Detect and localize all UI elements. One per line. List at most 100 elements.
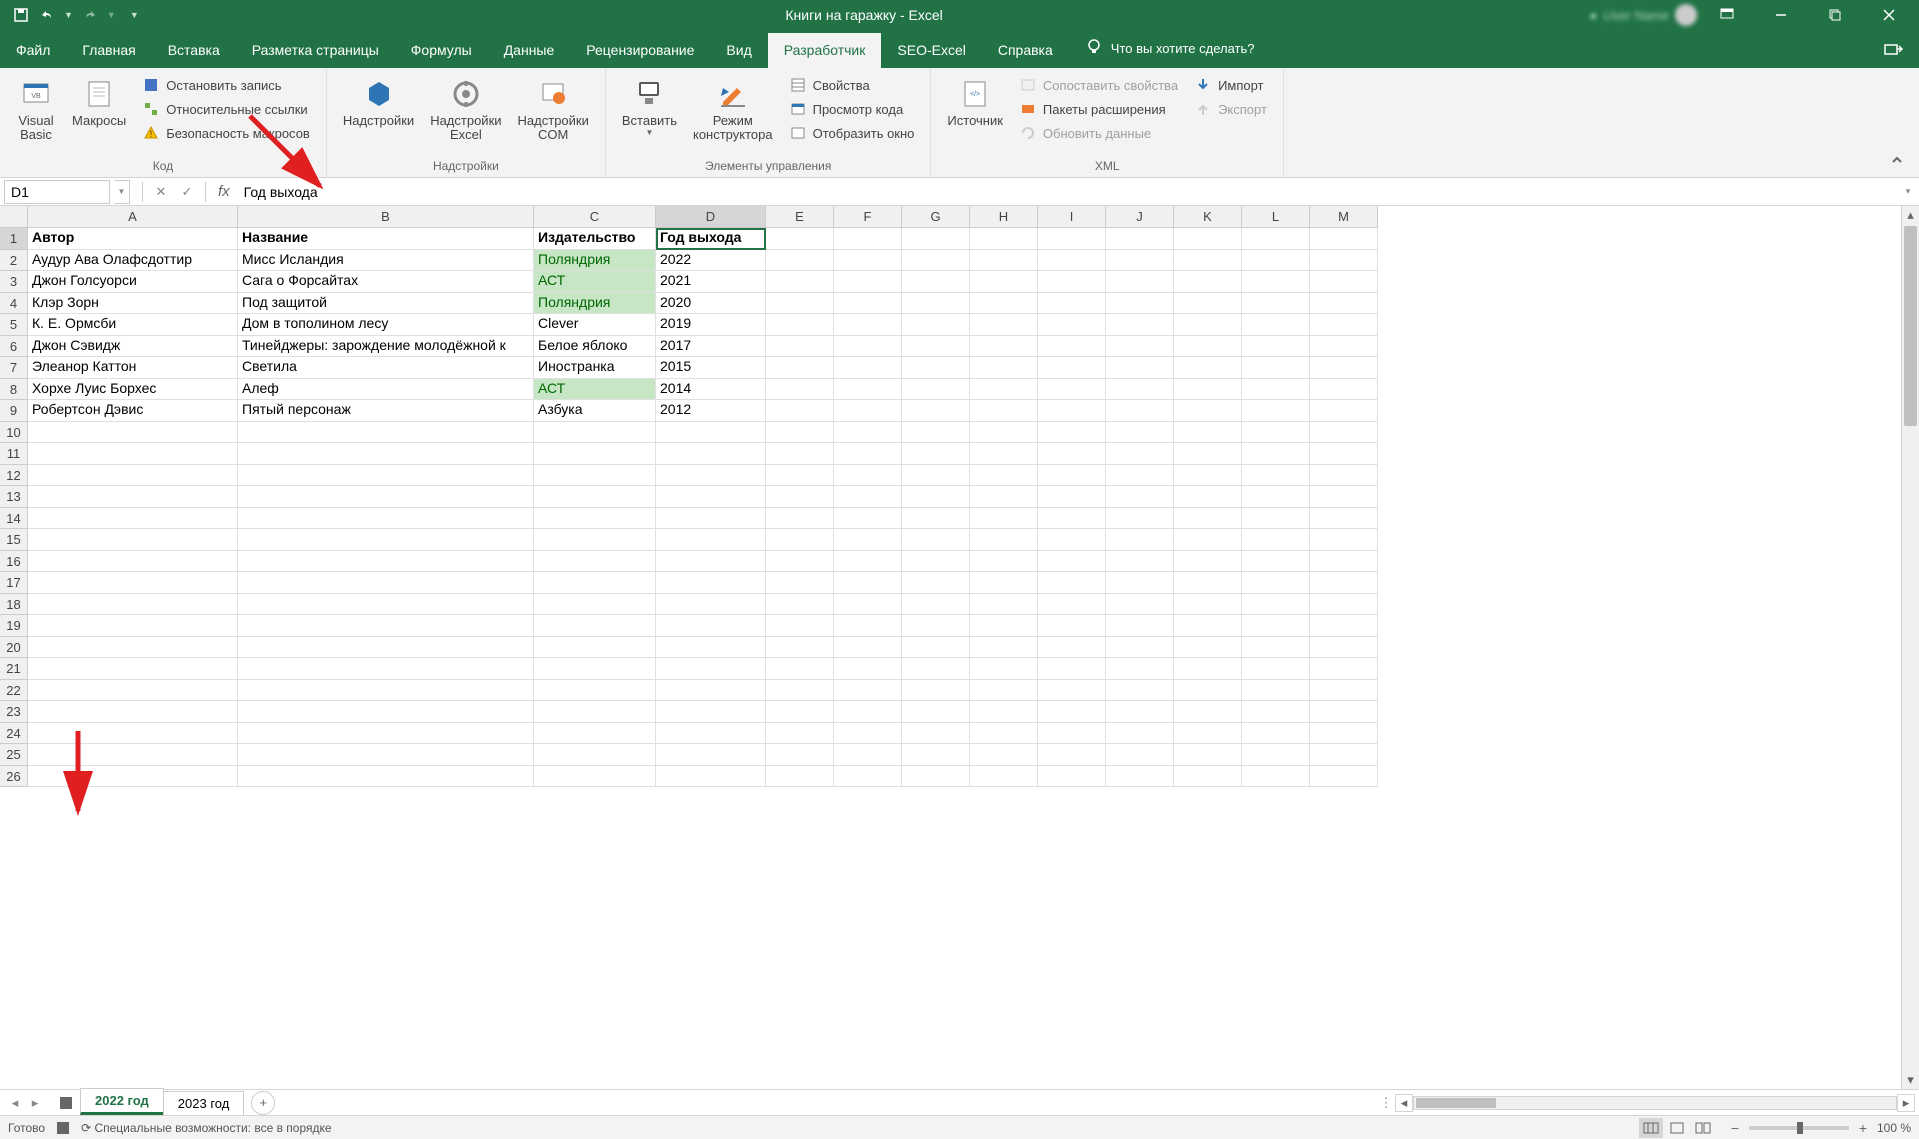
cell-L16[interactable] [1242, 551, 1310, 573]
cell-I7[interactable] [1038, 357, 1106, 379]
maximize-button[interactable] [1811, 0, 1859, 30]
cell-E16[interactable] [766, 551, 834, 573]
cell-L20[interactable] [1242, 637, 1310, 659]
cell-C24[interactable] [534, 723, 656, 745]
tab-formulas[interactable]: Формулы [395, 33, 488, 68]
cell-M7[interactable] [1310, 357, 1378, 379]
macros-button[interactable]: Макросы [64, 72, 134, 132]
scroll-left-icon[interactable]: ◂ [1395, 1094, 1413, 1112]
cell-F26[interactable] [834, 766, 902, 788]
cell-E20[interactable] [766, 637, 834, 659]
show-dialog-button[interactable]: Отобразить окно [785, 122, 919, 144]
cell-F13[interactable] [834, 486, 902, 508]
cell-I10[interactable] [1038, 422, 1106, 444]
cell-G26[interactable] [902, 766, 970, 788]
cell-C18[interactable] [534, 594, 656, 616]
select-all-cells[interactable] [0, 206, 28, 228]
cell-E8[interactable] [766, 379, 834, 401]
add-sheet-button[interactable]: + [251, 1091, 275, 1115]
row-header-12[interactable]: 12 [0, 465, 28, 487]
cell-G21[interactable] [902, 658, 970, 680]
cell-A13[interactable] [28, 486, 238, 508]
cell-M13[interactable] [1310, 486, 1378, 508]
fx-icon[interactable]: fx [218, 183, 230, 200]
cell-I6[interactable] [1038, 336, 1106, 358]
cell-L7[interactable] [1242, 357, 1310, 379]
cell-I17[interactable] [1038, 572, 1106, 594]
cell-G13[interactable] [902, 486, 970, 508]
cell-B5[interactable]: Дом в тополином лесу [238, 314, 534, 336]
cell-F10[interactable] [834, 422, 902, 444]
cell-F2[interactable] [834, 250, 902, 272]
cell-G1[interactable] [902, 228, 970, 250]
cell-B16[interactable] [238, 551, 534, 573]
cell-G22[interactable] [902, 680, 970, 702]
cell-M20[interactable] [1310, 637, 1378, 659]
cell-E15[interactable] [766, 529, 834, 551]
tab-file[interactable]: Файл [0, 33, 66, 68]
cell-C9[interactable]: Азбука [534, 400, 656, 422]
row-header-15[interactable]: 15 [0, 529, 28, 551]
cell-J24[interactable] [1106, 723, 1174, 745]
view-page-layout-icon[interactable] [1665, 1118, 1689, 1138]
cell-M4[interactable] [1310, 293, 1378, 315]
cell-L21[interactable] [1242, 658, 1310, 680]
cell-G25[interactable] [902, 744, 970, 766]
cell-C16[interactable] [534, 551, 656, 573]
cell-E3[interactable] [766, 271, 834, 293]
name-box-dropdown-icon[interactable]: ▼ [114, 180, 130, 204]
cell-G20[interactable] [902, 637, 970, 659]
cell-J19[interactable] [1106, 615, 1174, 637]
cell-F7[interactable] [834, 357, 902, 379]
cell-A7[interactable]: Элеанор Каттон [28, 357, 238, 379]
status-record-icon[interactable] [57, 1122, 69, 1134]
cell-A11[interactable] [28, 443, 238, 465]
cell-G16[interactable] [902, 551, 970, 573]
cell-H2[interactable] [970, 250, 1038, 272]
cell-M18[interactable] [1310, 594, 1378, 616]
cell-I16[interactable] [1038, 551, 1106, 573]
cell-I18[interactable] [1038, 594, 1106, 616]
cell-A25[interactable] [28, 744, 238, 766]
cell-E13[interactable] [766, 486, 834, 508]
cell-B1[interactable]: Название [238, 228, 534, 250]
cell-D24[interactable] [656, 723, 766, 745]
cell-C21[interactable] [534, 658, 656, 680]
cell-G7[interactable] [902, 357, 970, 379]
cell-E19[interactable] [766, 615, 834, 637]
cell-F5[interactable] [834, 314, 902, 336]
sheet-nav-prev-icon[interactable]: ◂ [6, 1094, 24, 1112]
cell-K8[interactable] [1174, 379, 1242, 401]
row-header-22[interactable]: 22 [0, 680, 28, 702]
row-header-5[interactable]: 5 [0, 314, 28, 336]
cell-E23[interactable] [766, 701, 834, 723]
horizontal-scrollbar[interactable]: ◂ ▸ [1395, 1094, 1915, 1112]
stop-recording-button[interactable]: Остановить запись [138, 74, 314, 96]
cell-E4[interactable] [766, 293, 834, 315]
cell-H15[interactable] [970, 529, 1038, 551]
cell-M9[interactable] [1310, 400, 1378, 422]
cell-E9[interactable] [766, 400, 834, 422]
cell-A14[interactable] [28, 508, 238, 530]
cell-A21[interactable] [28, 658, 238, 680]
cell-C26[interactable] [534, 766, 656, 788]
cell-I4[interactable] [1038, 293, 1106, 315]
cell-M17[interactable] [1310, 572, 1378, 594]
cell-G15[interactable] [902, 529, 970, 551]
cell-D3[interactable]: 2021 [656, 271, 766, 293]
cell-A19[interactable] [28, 615, 238, 637]
cell-A12[interactable] [28, 465, 238, 487]
cell-L19[interactable] [1242, 615, 1310, 637]
cell-B15[interactable] [238, 529, 534, 551]
cell-K20[interactable] [1174, 637, 1242, 659]
cell-B9[interactable]: Пятый персонаж [238, 400, 534, 422]
cell-D26[interactable] [656, 766, 766, 788]
cell-C3[interactable]: АСТ [534, 271, 656, 293]
cell-B22[interactable] [238, 680, 534, 702]
vertical-scrollbar[interactable]: ▴ ▾ [1901, 206, 1919, 1089]
cell-A6[interactable]: Джон Сэвидж [28, 336, 238, 358]
cell-J9[interactable] [1106, 400, 1174, 422]
cell-A23[interactable] [28, 701, 238, 723]
cell-J22[interactable] [1106, 680, 1174, 702]
cell-G6[interactable] [902, 336, 970, 358]
